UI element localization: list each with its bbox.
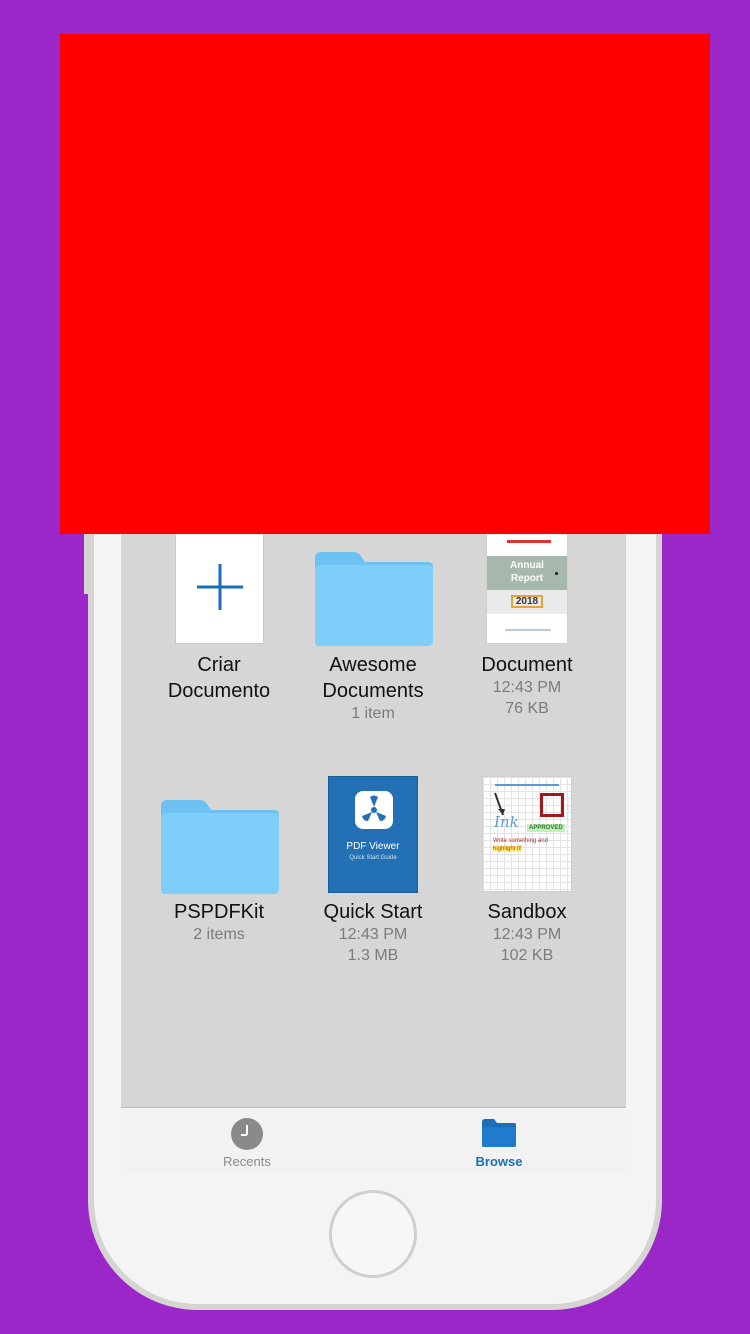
tab-recents-label: Recents — [223, 1154, 271, 1169]
folder-icon — [315, 552, 433, 646]
item-name-line2: Documents — [322, 680, 424, 702]
header-line — [495, 784, 559, 786]
pdf-viewer-thumbnail: PDF Viewer Quick Start Guide — [328, 776, 418, 893]
plus-icon — [197, 564, 243, 610]
phone-side-button — [84, 534, 90, 594]
item-name: Quick Start — [323, 901, 423, 923]
thumb-title-line1: Annual — [510, 560, 544, 571]
tab-recents[interactable]: Recents — [172, 1108, 322, 1171]
thumb-year: 2018 — [511, 595, 543, 608]
item-size: 76 KB — [505, 700, 549, 717]
folder-icon — [161, 800, 279, 894]
thumb-subtitle: Quick Start Guide — [349, 855, 397, 861]
item-name: PSPDFKit — [173, 901, 265, 923]
dot — [555, 572, 558, 575]
thumb-text-line2: highlight it! — [493, 846, 522, 852]
quick-start-item[interactable]: PDF Viewer Quick Start Guide Quick Start… — [296, 776, 450, 976]
create-document-item[interactable]: Criar Documento — [142, 534, 296, 714]
ink-text: Ink — [494, 813, 519, 831]
approved-stamp: APPROVED — [527, 824, 565, 832]
item-time: 12:43 PM — [338, 926, 408, 943]
document-item[interactable]: Annual Report 2018 Document 12:43 PM 76 … — [450, 534, 604, 734]
pspdfkit-folder[interactable]: PSPDFKit 2 items — [142, 776, 296, 956]
red-banner — [60, 34, 710, 534]
propeller-icon — [362, 795, 386, 821]
folder-icon — [482, 1119, 516, 1147]
item-size: 102 KB — [500, 947, 554, 964]
tab-browse-label: Browse — [475, 1154, 523, 1169]
item-count: 2 items — [193, 926, 245, 943]
item-count: 1 item — [351, 705, 395, 722]
item-size: 1.3 MB — [347, 947, 399, 964]
tab-bar: Recents Browse — [121, 1107, 626, 1171]
tab-browse[interactable]: Browse — [424, 1108, 574, 1171]
year-band: 2018 — [487, 590, 567, 614]
sandbox-item[interactable]: Ink APPROVED Write something and highlig… — [450, 776, 604, 976]
red-text-line — [507, 540, 551, 543]
awesome-documents-folder[interactable]: Awesome Documents 1 item — [296, 534, 450, 734]
title-band: Annual Report — [487, 556, 567, 590]
sandbox-thumbnail: Ink APPROVED Write something and highlig… — [482, 776, 572, 892]
item-name: Sandbox — [487, 901, 567, 923]
item-time: 12:43 PM — [492, 679, 562, 696]
document-thumbnail: Annual Report 2018 — [486, 534, 568, 644]
footer-line — [505, 629, 551, 631]
thumb-title: PDF Viewer — [346, 841, 400, 852]
home-button[interactable] — [329, 1190, 417, 1278]
create-document-tile[interactable] — [175, 534, 264, 644]
item-name: Awesome — [329, 654, 417, 676]
pdf-viewer-logo — [355, 791, 393, 829]
red-square-annotation — [540, 793, 564, 817]
clock-icon — [231, 1118, 263, 1150]
item-time: 12:43 PM — [492, 926, 562, 943]
item-name: Document — [481, 654, 573, 676]
thumb-text-line1: Write something and — [493, 838, 548, 844]
item-name-line2: Documento — [167, 680, 271, 702]
item-name: Criar — [197, 654, 241, 676]
